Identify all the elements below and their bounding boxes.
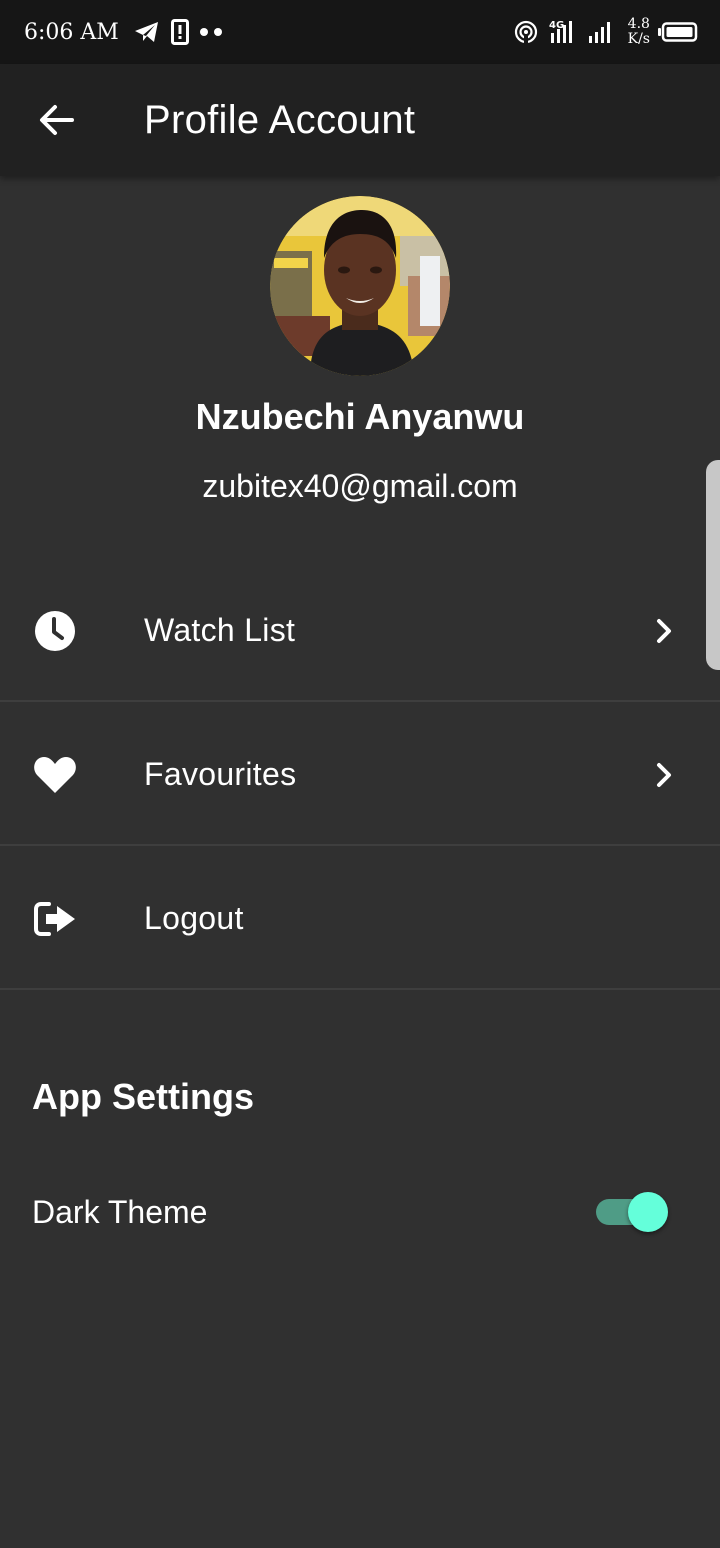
- menu-item-label: Favourites: [144, 756, 297, 792]
- status-bar: 6:06 AM 4G 4.8 K/s: [0, 0, 720, 64]
- menu-item-watch-list[interactable]: Watch List: [0, 560, 720, 702]
- status-time: 6:06 AM: [24, 19, 119, 45]
- toggle-thumb: [628, 1192, 668, 1232]
- network-speed-value: 4.8: [627, 16, 650, 32]
- arrow-back-icon: [40, 105, 74, 135]
- avatar: [270, 196, 450, 376]
- menu-item-logout[interactable]: Logout: [0, 848, 720, 990]
- chevron-right-icon: [657, 763, 671, 787]
- logout-icon: [32, 898, 78, 940]
- clock-icon: [32, 610, 78, 652]
- profile-name: Nzubechi Anyanwu: [195, 396, 525, 437]
- network-speed: 4.8 K/s: [628, 17, 650, 47]
- telegram-icon: [133, 20, 161, 44]
- more-dots-icon: [199, 27, 225, 37]
- status-bar-left: 6:06 AM: [24, 19, 235, 45]
- battery-icon: [658, 22, 698, 42]
- back-button[interactable]: [36, 102, 76, 138]
- phone-icon: [170, 19, 189, 45]
- dark-theme-label: Dark Theme: [32, 1194, 208, 1230]
- dark-theme-toggle[interactable]: [596, 1192, 670, 1232]
- heart-icon: [32, 754, 78, 796]
- section-heading-app-settings: App Settings: [32, 1076, 254, 1117]
- signal-4g-icon: 4G: [548, 19, 578, 45]
- chevron-right-icon: [657, 619, 671, 643]
- page-title: Profile Account: [144, 98, 416, 142]
- signal-4g-label: 4G: [549, 20, 564, 31]
- menu-item-favourites[interactable]: Favourites: [0, 704, 720, 846]
- signal-icon: [588, 20, 614, 44]
- status-bar-right: 4G 4.8 K/s: [514, 17, 698, 47]
- network-speed-unit: K/s: [627, 31, 650, 47]
- menu-item-label: Watch List: [144, 612, 296, 648]
- app-bar: Profile Account: [0, 64, 720, 176]
- menu-item-label: Logout: [144, 900, 244, 936]
- profile-email: zubitex40@gmail.com: [202, 468, 518, 504]
- hotspot-icon: [514, 20, 538, 44]
